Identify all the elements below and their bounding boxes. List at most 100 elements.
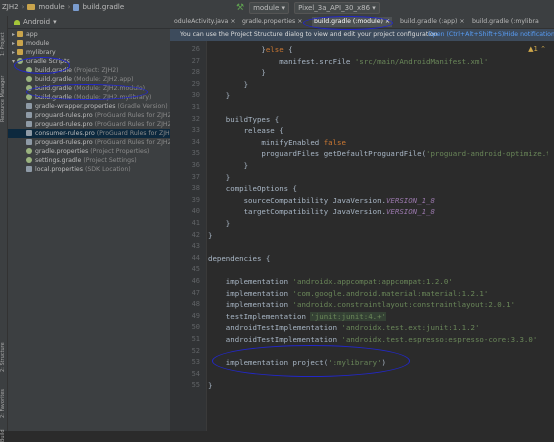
project-tree-item-label: build.gradle xyxy=(35,85,72,92)
chevron-right-icon[interactable]: ▸ xyxy=(12,31,15,38)
code-line[interactable]: } xyxy=(208,91,230,100)
project-tree-item-label: settings.gradle xyxy=(35,157,82,164)
tab-build-gradle-mylibrary[interactable]: build.gradle (:mylibra xyxy=(472,17,539,27)
code-line[interactable]: } xyxy=(208,219,230,228)
line-number: 33 xyxy=(191,126,200,135)
project-tree-item[interactable]: proguard-rules.pro (ProGuard Rules for Z… xyxy=(8,111,188,120)
breadcrumb-file[interactable]: build.gradle xyxy=(82,3,124,11)
code-line[interactable]: proguardFiles getDefaultProguardFile('pr… xyxy=(208,149,554,158)
file-icon xyxy=(26,112,32,118)
resource-manager-tool-button[interactable]: Resource Manager xyxy=(0,62,7,122)
project-tree-item[interactable]: ▾ Gradle Scripts xyxy=(8,57,174,66)
project-view-header[interactable]: Android ▾ xyxy=(8,16,170,29)
favorites-tool-button[interactable]: 2: Favorites xyxy=(0,378,7,418)
project-tree-item-label: mylibrary xyxy=(26,49,56,56)
breadcrumb-module[interactable]: module xyxy=(38,3,64,11)
tab-label: build.gradle (:app) xyxy=(400,18,458,25)
editor-tab-bar: oduleActivity.java × gradle.properties ×… xyxy=(170,16,554,29)
code-line[interactable]: } xyxy=(208,231,212,240)
breadcrumb-project[interactable]: ZJH2 xyxy=(2,3,19,11)
code-line[interactable]: implementation 'androidx.constraintlayou… xyxy=(208,300,515,309)
file-icon xyxy=(26,121,32,127)
project-tree-item[interactable]: local.properties (SDK Location) xyxy=(8,165,188,174)
code-line[interactable]: dependencies { xyxy=(208,254,270,263)
device-select[interactable]: Pixel_3a_API_30_x86 ▾ xyxy=(294,2,380,14)
tab-build-gradle-app[interactable]: build.gradle (:app) × xyxy=(400,17,465,27)
code-line[interactable]: implementation 'com.google.android.mater… xyxy=(208,289,489,298)
code-editor[interactable]: 26 27 28 29 30 31 32 33 34 35 36 37 38 39 40 41 42 43 44 45… xyxy=(170,41,554,431)
code-line[interactable]: release { xyxy=(208,126,284,135)
hammer-icon[interactable]: ⚒ xyxy=(236,3,244,13)
tab-label: build.gradle (:mylibra xyxy=(472,18,539,25)
code-line[interactable]: targetCompatibility JavaVersion.VERSION_… xyxy=(208,207,435,216)
line-number: 32 xyxy=(191,114,200,123)
code-token: } xyxy=(208,91,231,101)
line-number: 39 xyxy=(191,195,200,204)
code-line[interactable]: manifest.srcFile 'src/main/AndroidManife… xyxy=(208,57,488,66)
file-icon xyxy=(26,130,32,136)
code-line[interactable]: sourceCompatibility JavaVersion.VERSION_… xyxy=(208,196,435,205)
module-run-config-select[interactable]: module ▾ xyxy=(249,2,290,14)
code-line[interactable]: } xyxy=(208,173,230,182)
code-line[interactable]: }else { xyxy=(208,45,292,54)
line-number: 42 xyxy=(191,230,200,239)
project-tree-item-hint: (Gradle Version) xyxy=(117,103,168,110)
build-tool-button[interactable]: Build xyxy=(0,422,7,442)
gradle-icon xyxy=(26,157,32,163)
line-number: 48 xyxy=(191,300,200,309)
code-line[interactable]: compileOptions { xyxy=(208,184,297,193)
title-bar: ZJH2 › module › build.gradle ⚒ module ▾ … xyxy=(0,0,554,17)
chevron-down-icon[interactable]: ▾ xyxy=(12,58,15,65)
line-number: 44 xyxy=(191,253,200,262)
project-tree-item[interactable]: consumer-rules.pro (ProGuard Rules for Z… xyxy=(8,129,188,138)
project-tree-item[interactable]: proguard-rules.pro (ProGuard Rules for Z… xyxy=(8,120,188,129)
project-tree-item[interactable]: proguard-rules.pro (ProGuard Rules for Z… xyxy=(8,138,188,147)
line-number: 45 xyxy=(191,265,200,274)
project-tree-item[interactable]: build.gradle (Project: ZJH2) xyxy=(8,66,188,75)
project-tree-item-label: build.gradle xyxy=(35,94,72,101)
code-line[interactable]: } xyxy=(208,68,265,77)
project-tree-item[interactable]: ▸ module xyxy=(8,39,174,48)
code-token: implementation xyxy=(208,300,293,310)
warning-icon[interactable]: ▲1 ⌃ xyxy=(528,45,546,53)
code-token: proguardFiles getDefaultProguardFile( xyxy=(208,149,427,159)
tool-window-strip: 1: Project Resource Manager 2: Structure… xyxy=(0,16,8,442)
code-token: false xyxy=(323,137,346,147)
structure-tool-button[interactable]: 2: Structure xyxy=(0,332,7,372)
tab-module-activity[interactable]: oduleActivity.java × xyxy=(174,17,236,27)
chevron-right-icon[interactable]: ▸ xyxy=(12,40,15,47)
gradle-icon xyxy=(17,58,24,64)
code-line[interactable]: } xyxy=(208,161,248,170)
project-tree-item[interactable]: ▸ mylibrary xyxy=(8,48,174,57)
tab-label: gradle.properties xyxy=(242,18,296,25)
chevron-right-icon[interactable]: ▸ xyxy=(12,49,15,56)
project-tree-item[interactable]: build.gradle (Module: ZJH2.mylibrary) xyxy=(8,93,188,102)
code-line[interactable]: testImplementation 'junit:junit:4.+' xyxy=(208,311,386,321)
project-tool-button[interactable]: 1: Project xyxy=(0,22,7,56)
tab-gradle-properties[interactable]: gradle.properties × xyxy=(242,17,302,27)
project-tree-item[interactable]: gradle.properties (Project Properties) xyxy=(8,147,188,156)
project-tree-item[interactable]: settings.gradle (Project Settings) xyxy=(8,156,188,165)
code-token: dependencies { xyxy=(208,253,271,263)
code-token: implementation xyxy=(208,277,293,286)
line-number: 36 xyxy=(191,161,200,169)
tab-build-gradle-module[interactable]: build.gradle (:module) × xyxy=(312,17,393,27)
code-line[interactable]: androidTestImplementation 'androidx.test… xyxy=(208,335,537,344)
code-line[interactable]: buildTypes { xyxy=(208,115,279,124)
breadcrumb: ZJH2 › module › build.gradle xyxy=(2,3,124,11)
open-project-structure-link[interactable]: Open (Ctrl+Alt+Shift+S) xyxy=(428,29,504,41)
code-line[interactable]: } xyxy=(208,80,248,89)
project-tree-item[interactable]: build.gradle (Module: ZJH2.module) xyxy=(8,84,188,93)
code-line[interactable]: minifyEnabled false xyxy=(208,138,346,147)
project-tree-item[interactable]: build.gradle (Module: ZJH2.app) xyxy=(8,75,188,84)
line-number: 28 xyxy=(191,68,200,77)
code-line[interactable]: implementation project(':mylibrary') xyxy=(208,358,386,367)
notification-text: You can use the Project Structure dialog… xyxy=(180,31,438,38)
code-line[interactable]: implementation 'androidx.appcompat:appco… xyxy=(208,277,453,286)
hide-notification-link[interactable]: Hide notification xyxy=(504,29,554,41)
code-line[interactable]: } xyxy=(208,381,212,390)
code-line[interactable]: androidTestImplementation 'androidx.test… xyxy=(208,323,480,332)
project-tree-item[interactable]: ▸ app xyxy=(8,30,174,39)
editor-scrollbar[interactable] xyxy=(548,41,554,431)
project-tree-item[interactable]: gradle-wrapper.properties (Gradle Versio… xyxy=(8,102,188,111)
